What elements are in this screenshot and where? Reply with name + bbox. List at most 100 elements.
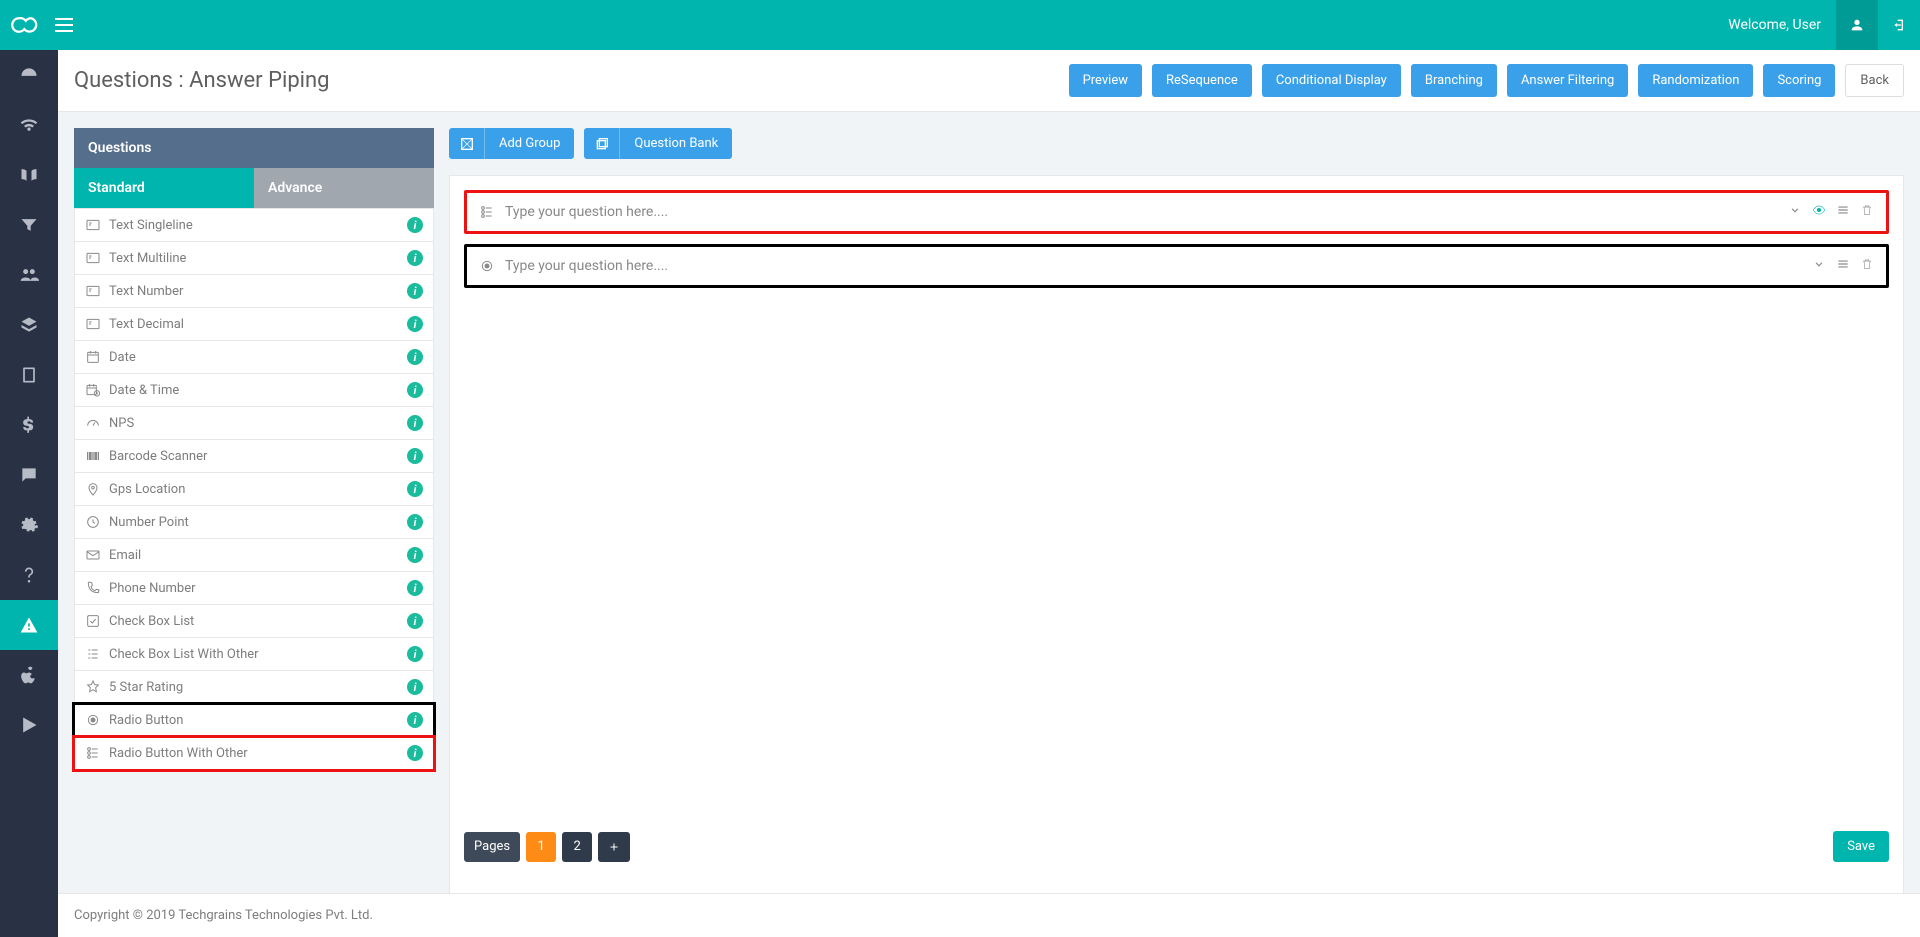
reorder-handle[interactable] [1836,203,1850,221]
question-placeholder[interactable]: Type your question here.... [505,204,668,220]
question-type-item[interactable]: Date & Time i [74,374,434,407]
tab-standard[interactable]: Standard [74,168,254,208]
info-icon[interactable]: i [407,646,423,662]
qrow-actions [1812,257,1874,275]
question-type-item[interactable]: Text Singleline i [74,208,434,242]
book-icon [19,165,39,185]
delete-button[interactable] [1860,257,1874,275]
header-actions: Preview ReSequence Conditional Display B… [1069,64,1904,97]
conditional-display-button[interactable]: Conditional Display [1262,64,1401,97]
question-type-item[interactable]: Number Point i [74,506,434,539]
sidebar-item-settings[interactable] [0,500,58,550]
qitem-label: NPS [109,416,134,431]
reorder-handle[interactable] [1836,257,1850,275]
sidebar-item-help[interactable] [0,550,58,600]
page-header: Questions : Answer Piping Preview ReSequ… [58,50,1920,112]
info-icon[interactable]: i [407,613,423,629]
gear-icon [19,515,39,535]
info-icon[interactable]: i [407,382,423,398]
add-page-button[interactable] [598,832,630,862]
hamburger-menu[interactable] [55,18,73,32]
branching-button[interactable]: Branching [1411,64,1497,97]
question-type-item[interactable]: Date i [74,341,434,374]
question-type-item[interactable]: Radio Button With Other i [74,737,434,770]
question-placeholder[interactable]: Type your question here.... [505,258,668,274]
question-type-item[interactable]: Check Box List With Other i [74,638,434,671]
page-1-button[interactable]: 1 [526,832,556,862]
radiolist-icon [85,745,101,761]
tab-advance[interactable]: Advance [254,168,434,208]
user-button[interactable] [1836,0,1878,50]
page-2-button[interactable]: 2 [562,832,592,862]
question-type-item[interactable]: Phone Number i [74,572,434,605]
info-icon[interactable]: i [407,679,423,695]
sidebar-item-billing[interactable] [0,400,58,450]
footer-text: Copyright © 2019 Techgrains Technologies… [74,908,373,923]
preview-button[interactable]: Preview [1069,64,1142,97]
logo[interactable] [10,14,40,36]
question-type-item[interactable]: Email i [74,539,434,572]
qitem-left: Barcode Scanner [85,448,207,464]
sidebar-item-library[interactable] [0,150,58,200]
question-bank-button[interactable]: Question Bank [584,128,732,159]
add-group-button[interactable]: Add Group [449,128,574,159]
question-type-item[interactable]: NPS i [74,407,434,440]
question-type-item[interactable]: Check Box List i [74,605,434,638]
mail-icon [85,547,101,563]
question-type-item[interactable]: Text Decimal i [74,308,434,341]
save-button[interactable]: Save [1833,831,1889,862]
resequence-button[interactable]: ReSequence [1152,64,1252,97]
sidebar-item-apple[interactable] [0,650,58,700]
star-icon [85,679,101,695]
page-title-prefix: Questions : [74,68,189,93]
info-icon[interactable]: i [407,547,423,563]
info-icon[interactable]: i [407,580,423,596]
qitem-left: Text Number [85,283,183,299]
sidebar-item-wifi[interactable] [0,100,58,150]
question-row[interactable]: Type your question here.... [464,244,1889,288]
info-icon[interactable]: i [407,283,423,299]
info-icon[interactable]: i [407,316,423,332]
question-row[interactable]: Type your question here.... [464,190,1889,234]
sidebar-item-alerts[interactable] [0,600,58,650]
randomization-button[interactable]: Randomization [1638,64,1753,97]
qitem-left: Text Multiline [85,250,186,266]
sidebar-item-device[interactable] [0,350,58,400]
sidebar-item-layers[interactable] [0,300,58,350]
question-type-item[interactable]: Gps Location i [74,473,434,506]
info-icon[interactable]: i [407,349,423,365]
questions-panel: Questions Standard Advance Text Singleli… [74,128,434,921]
info-icon[interactable]: i [407,217,423,233]
right-panel: Add Group Question Bank Type your questi… [449,128,1904,921]
question-type-item[interactable]: Text Multiline i [74,242,434,275]
qitem-label: Number Point [109,515,189,530]
sidebar-item-users[interactable] [0,250,58,300]
answer-filtering-button[interactable]: Answer Filtering [1507,64,1628,97]
question-type-item[interactable]: 5 Star Rating i [74,671,434,704]
info-icon[interactable]: i [407,481,423,497]
cal-icon [85,349,101,365]
expand-toggle[interactable] [1788,203,1802,221]
info-icon[interactable]: i [407,415,423,431]
question-type-item[interactable]: Radio Button i [74,704,434,737]
logout-button[interactable] [1878,0,1920,50]
info-icon[interactable]: i [407,712,423,728]
expand-toggle[interactable] [1812,257,1826,275]
dollar-icon [19,415,39,435]
info-icon[interactable]: i [407,745,423,761]
back-button[interactable]: Back [1845,64,1904,97]
info-icon[interactable]: i [407,514,423,530]
info-icon[interactable]: i [407,250,423,266]
question-type-item[interactable]: Barcode Scanner i [74,440,434,473]
sidebar-item-play[interactable] [0,700,58,750]
visibility-toggle[interactable] [1812,203,1826,221]
sidebar-item-filter[interactable] [0,200,58,250]
delete-button[interactable] [1860,203,1874,221]
qitem-label: 5 Star Rating [109,680,183,695]
sidebar-item-dashboard[interactable] [0,50,58,100]
scoring-button[interactable]: Scoring [1763,64,1835,97]
question-type-item[interactable]: Text Number i [74,275,434,308]
qitem-label: Email [109,548,141,563]
sidebar-item-chat[interactable] [0,450,58,500]
info-icon[interactable]: i [407,448,423,464]
